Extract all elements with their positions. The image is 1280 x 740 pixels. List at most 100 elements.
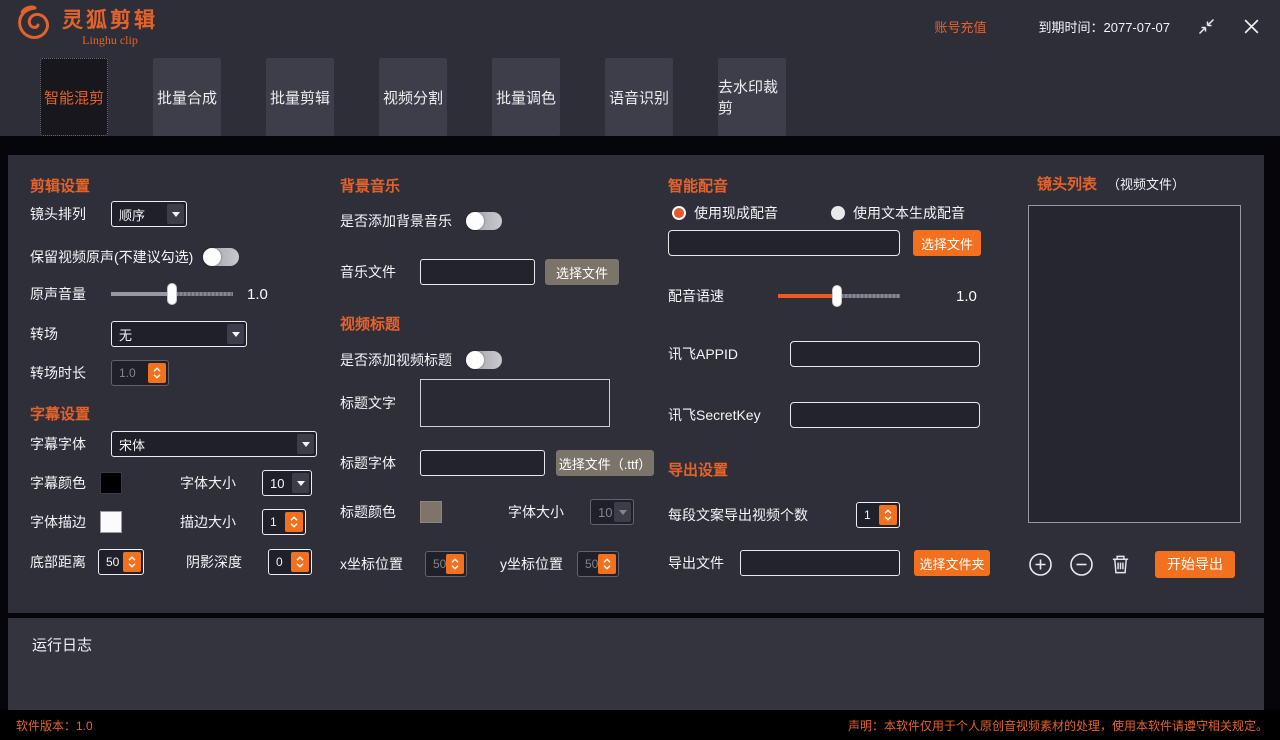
chevron-down-icon: [292, 473, 309, 493]
title-color-label: 标题颜色: [340, 504, 396, 520]
dub-speed-value: 1.0: [956, 287, 977, 305]
shot-list-subtitle: （视频文件）: [1107, 177, 1186, 192]
section-title-export: 导出设置: [668, 462, 729, 479]
dub-speed-slider-handle[interactable]: [831, 285, 842, 307]
dub-speed-label: 配音语速: [668, 288, 724, 304]
tab-smart-mix[interactable]: 智能混剪: [40, 58, 108, 136]
shadow-depth-label: 阴影深度: [186, 554, 242, 570]
tab-speech-recognition[interactable]: 语音识别: [605, 58, 673, 136]
settings-panel: 剪辑设置 镜头排列 顺序 保留视频原声(不建议勾选) 原声音量 1.0 转场 无…: [8, 155, 1264, 613]
spinner-arrows-icon[interactable]: [879, 505, 897, 525]
volume-slider-handle[interactable]: [167, 283, 177, 305]
stroke-size-spinner[interactable]: 1: [262, 509, 306, 535]
spinner-arrows-icon[interactable]: [285, 512, 303, 532]
spinner-arrows-icon[interactable]: [123, 552, 141, 572]
dub-speed-slider[interactable]: [778, 283, 900, 309]
title-font-label: 标题字体: [340, 455, 396, 471]
shot-order-dropdown[interactable]: 顺序: [111, 201, 187, 227]
tab-video-split[interactable]: 视频分割: [379, 58, 447, 136]
section-title-subtitle-settings: 字幕设置: [30, 406, 91, 423]
tab-watermark-crop[interactable]: 去水印裁剪: [718, 58, 786, 136]
xunfei-secretkey-input[interactable]: [790, 402, 980, 428]
xunfei-appid-input[interactable]: [790, 341, 980, 367]
subtitle-font-dropdown[interactable]: 宋体: [111, 431, 317, 457]
keep-audio-toggle[interactable]: [203, 248, 240, 266]
export-count-label: 每段文案导出视频个数: [668, 507, 808, 523]
y-position-label: y坐标位置: [500, 556, 563, 572]
add-bgm-label: 是否添加背景音乐: [340, 213, 452, 229]
shot-list-title: 镜头列表: [1037, 176, 1098, 193]
plus-circle-icon[interactable]: [1028, 552, 1053, 577]
shot-order-label: 镜头排列: [30, 206, 86, 222]
spinner-arrows-icon[interactable]: [148, 363, 166, 383]
close-icon[interactable]: [1243, 18, 1260, 35]
radio-generate-dub[interactable]: [831, 206, 845, 220]
subtitle-color-label: 字幕颜色: [30, 475, 86, 491]
choose-ttf-file-button[interactable]: 选择文件（.ttf）: [556, 450, 654, 476]
transition-dropdown[interactable]: 无: [111, 321, 247, 347]
choose-music-file-button[interactable]: 选择文件: [545, 259, 619, 285]
tab-batch-color[interactable]: 批量调色: [492, 58, 560, 136]
y-position-spinner: 50: [577, 551, 619, 577]
choose-dub-file-button[interactable]: 选择文件: [913, 230, 981, 256]
main-tabbar: 智能混剪 批量合成 批量剪辑 视频分割 批量调色 语音识别 去水印裁剪: [0, 52, 1280, 136]
radio-existing-dub[interactable]: [672, 206, 686, 220]
radio-generate-dub-label: 使用文本生成配音: [853, 205, 965, 221]
font-size-dropdown[interactable]: 10: [262, 470, 312, 496]
x-position-spinner: 50: [425, 551, 467, 577]
expire-date-text: 到期时间：2077-07-07: [1038, 19, 1171, 35]
account-recharge-link[interactable]: 账号充值: [934, 17, 986, 36]
run-log-title: 运行日志: [32, 637, 93, 654]
chevron-down-icon: [167, 204, 184, 224]
transition-duration-label: 转场时长: [30, 365, 86, 381]
chevron-down-icon: [614, 502, 631, 522]
run-log-panel: 运行日志: [8, 618, 1264, 710]
choose-export-folder-button[interactable]: 选择文件夹: [914, 550, 990, 576]
app-subtitle: Linghu clip: [82, 33, 138, 47]
radio-existing-dub-label: 使用现成配音: [694, 205, 778, 221]
trash-icon[interactable]: [1110, 553, 1131, 576]
minus-circle-icon[interactable]: [1069, 552, 1094, 577]
spinner-arrows-icon[interactable]: [291, 552, 309, 572]
spinner-arrows-icon[interactable]: [446, 554, 465, 574]
bottom-distance-spinner[interactable]: 50: [98, 549, 144, 575]
export-count-spinner[interactable]: 1: [856, 502, 900, 528]
subtitle-font-label: 字幕字体: [30, 436, 86, 452]
transition-duration-spinner: 1.0: [111, 360, 169, 386]
title-font-input[interactable]: [420, 450, 545, 476]
chevron-down-icon: [297, 434, 314, 454]
add-video-title-toggle[interactable]: [466, 351, 502, 369]
tab-batch-edit[interactable]: 批量剪辑: [266, 58, 334, 136]
disclaimer-text: 声明：本软件仅用于个人原创音视频素材的处理，使用本软件请遵守相关规定。: [847, 718, 1268, 733]
title-text-label: 标题文字: [340, 395, 396, 411]
spinner-arrows-icon[interactable]: [598, 554, 617, 574]
font-stroke-label: 字体描边: [30, 514, 86, 530]
volume-slider[interactable]: [111, 281, 233, 307]
keep-audio-label: 保留视频原声(不建议勾选): [30, 249, 194, 265]
bottom-distance-label: 底部距离: [30, 554, 86, 570]
collapse-window-icon[interactable]: [1198, 18, 1215, 35]
title-text-area[interactable]: [420, 379, 610, 427]
stroke-size-label: 描边大小: [180, 514, 236, 530]
music-file-input[interactable]: [420, 259, 535, 285]
start-export-button[interactable]: 开始导出: [1155, 550, 1235, 578]
tab-batch-compose[interactable]: 批量合成: [153, 58, 221, 136]
title-color-swatch: [420, 501, 442, 523]
export-file-input[interactable]: [740, 550, 900, 576]
shot-list-box[interactable]: [1028, 205, 1241, 523]
volume-label: 原声音量: [30, 286, 86, 302]
transition-label: 转场: [30, 326, 58, 342]
export-file-label: 导出文件: [668, 555, 724, 571]
section-title-edit-settings: 剪辑设置: [30, 178, 91, 195]
font-stroke-color-swatch[interactable]: [100, 511, 122, 533]
xunfei-appid-label: 讯飞APPID: [668, 346, 739, 362]
title-font-size-dropdown: 10: [590, 499, 634, 525]
dub-file-input[interactable]: [668, 230, 900, 256]
add-bgm-toggle[interactable]: [466, 212, 502, 230]
subtitle-color-swatch[interactable]: [100, 472, 122, 494]
software-version-text: 软件版本：1.0: [16, 718, 93, 733]
fox-swirl-logo-icon: [14, 4, 54, 49]
xunfei-secretkey-label: 讯飞SecretKey: [668, 407, 761, 423]
add-video-title-label: 是否添加视频标题: [340, 352, 452, 368]
shadow-depth-spinner[interactable]: 0: [268, 549, 312, 575]
